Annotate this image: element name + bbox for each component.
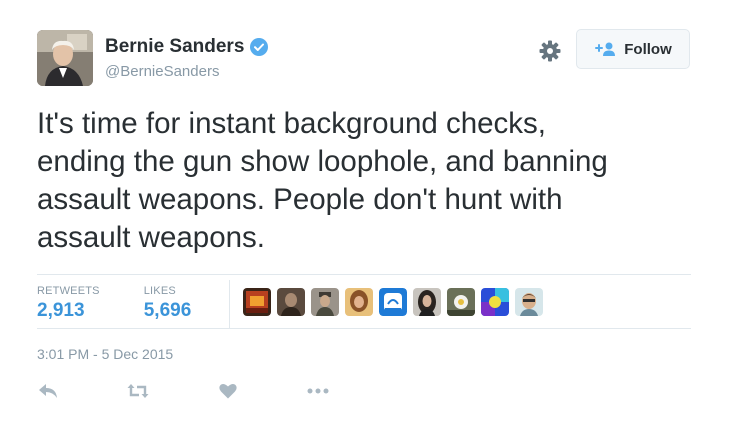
- liker-avatar[interactable]: [481, 288, 509, 316]
- liker-avatar[interactable]: [413, 288, 441, 316]
- verified-badge-icon: [250, 38, 269, 56]
- liker-avatar[interactable]: [277, 288, 305, 316]
- retweets-count: 2,913: [37, 300, 85, 321]
- tweet-actions: [37, 380, 397, 402]
- liker-avatar[interactable]: [515, 288, 543, 316]
- more-dots-icon[interactable]: [307, 380, 329, 402]
- reply-icon[interactable]: [37, 380, 59, 402]
- follow-label: Follow: [624, 40, 672, 58]
- gear-icon[interactable]: [538, 39, 562, 63]
- divider-bottom: [37, 328, 691, 329]
- liker-avatar[interactable]: [345, 288, 373, 316]
- tweet-stats: RETWEETS 2,913 LIKES 5,696: [37, 285, 235, 327]
- likes-count: 5,696: [143, 300, 192, 321]
- retweets-label: RETWEETS: [37, 285, 100, 297]
- divider-top: [37, 274, 691, 275]
- stats-separator: [229, 280, 230, 328]
- liker-avatar[interactable]: [379, 288, 407, 316]
- liker-avatar[interactable]: [311, 288, 339, 316]
- liker-avatar[interactable]: [447, 288, 475, 316]
- user-name[interactable]: Bernie Sanders: [105, 36, 244, 58]
- liker-avatar[interactable]: [243, 288, 271, 316]
- tweet-timestamp[interactable]: 3:01 PM - 5 Dec 2015: [37, 346, 173, 362]
- user-name-row[interactable]: Bernie Sanders: [105, 36, 269, 58]
- user-handle[interactable]: @BernieSanders: [105, 63, 219, 80]
- likes-stat[interactable]: LIKES 5,696: [144, 285, 192, 327]
- follow-button[interactable]: Follow: [576, 29, 690, 69]
- follow-person-icon: [594, 41, 618, 57]
- retweet-icon[interactable]: [127, 380, 149, 402]
- retweets-stat[interactable]: RETWEETS 2,913: [37, 285, 100, 327]
- like-heart-icon[interactable]: [217, 380, 239, 402]
- tweet-text: It's time for instant background checks,…: [37, 107, 608, 254]
- likes-label: LIKES: [143, 285, 176, 297]
- liker-avatars: [243, 288, 549, 316]
- avatar[interactable]: [37, 30, 93, 86]
